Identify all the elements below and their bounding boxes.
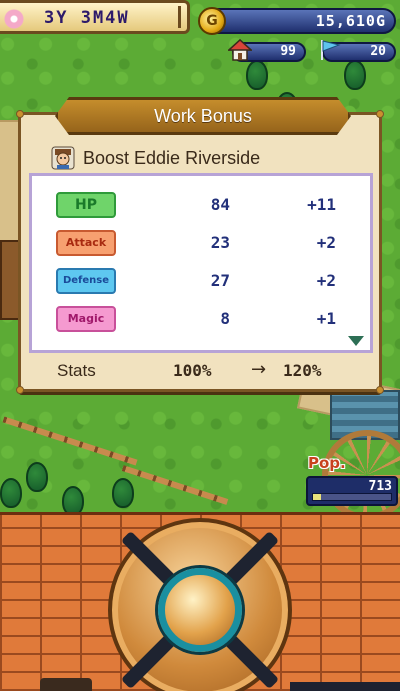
- flag-count: 20: [321, 40, 396, 62]
- population-value: 713: [368, 479, 392, 494]
- character-face-icon: [51, 146, 75, 170]
- tree: [344, 60, 366, 90]
- date-display: 3Y 3M4W: [0, 0, 190, 34]
- footer-label: Stats: [57, 361, 96, 380]
- stat-list[interactable]: HP 84 +11 Attack 23 +2 Defense 27 +2 Mag…: [29, 173, 373, 353]
- stat-bonus: +1: [316, 309, 336, 328]
- stat-row-magic: Magic 8 +1: [32, 304, 370, 336]
- work-bonus-dialog[interactable]: Work Bonus Boost Eddie Riverside HP 84 +…: [16, 110, 384, 394]
- tree: [62, 486, 84, 512]
- dialog-title: Work Bonus: [154, 106, 252, 126]
- stat-bonus: +11: [307, 195, 336, 214]
- tree: [112, 478, 134, 508]
- flower-icon: [4, 9, 24, 29]
- stat-value: 23: [210, 233, 230, 252]
- gold-coin-icon: G: [198, 7, 226, 35]
- population-box: 713: [306, 476, 398, 506]
- dialog-corner: [376, 386, 384, 394]
- divider: [178, 6, 181, 28]
- tree: [246, 60, 268, 90]
- stat-bonus: +2: [316, 271, 336, 290]
- dialog-title-banner: Work Bonus: [55, 97, 351, 135]
- stat-row-defense: Defense 27 +2: [32, 266, 370, 298]
- stat-badge-attack: Attack: [56, 230, 116, 256]
- house-icon: [228, 38, 252, 61]
- dialog-corner: [16, 110, 24, 118]
- population-display[interactable]: Pop. 713: [296, 430, 400, 520]
- stat-value: 27: [210, 271, 230, 290]
- stat-badge-defense: Defense: [56, 268, 116, 294]
- flag-icon: [321, 40, 341, 60]
- flag-count-value: 20: [370, 44, 386, 59]
- stat-value: 8: [220, 309, 230, 328]
- footer-to: 120%: [283, 361, 322, 380]
- gold-display: G 15,610G: [198, 7, 396, 35]
- population-label: Pop.: [308, 454, 346, 472]
- stats-multiplier-row: Stats 100% → 120%: [21, 357, 379, 385]
- fence: [2, 416, 138, 466]
- dialog-corner: [16, 386, 24, 394]
- tree: [26, 462, 48, 492]
- date-text: 3Y 3M4W: [44, 8, 130, 28]
- house-count: 99: [228, 38, 306, 62]
- population-progress-fill: [313, 494, 321, 500]
- tree: [0, 478, 22, 508]
- scroll-down-arrow-icon[interactable]: [348, 336, 364, 346]
- right-info-bar: [290, 682, 400, 691]
- fence: [121, 465, 229, 505]
- left-tab-button[interactable]: [40, 678, 92, 691]
- building[interactable]: [0, 240, 20, 320]
- dialog-corner: [376, 110, 384, 118]
- footer-from: 100%: [173, 361, 212, 380]
- gold-amount: 15,610G: [315, 12, 386, 30]
- stat-value: 84: [210, 195, 230, 214]
- stat-bonus: +2: [316, 233, 336, 252]
- stat-row-hp: HP 84 +11: [32, 190, 370, 222]
- arrow-right-icon: →: [251, 359, 267, 380]
- stat-row-attack: Attack 23 +2: [32, 228, 370, 260]
- dial-center-button[interactable]: [158, 568, 242, 652]
- population-progress: [312, 493, 392, 501]
- main-menu-dial[interactable]: [108, 518, 292, 691]
- subject-label: Boost Eddie Riverside: [83, 147, 261, 168]
- house-count-value: 99: [280, 44, 296, 59]
- stat-badge-magic: Magic: [56, 306, 116, 332]
- stat-badge-hp: HP: [56, 192, 116, 218]
- bonus-subject: Boost Eddie Riverside: [51, 145, 260, 171]
- wheel-icon: [322, 430, 400, 520]
